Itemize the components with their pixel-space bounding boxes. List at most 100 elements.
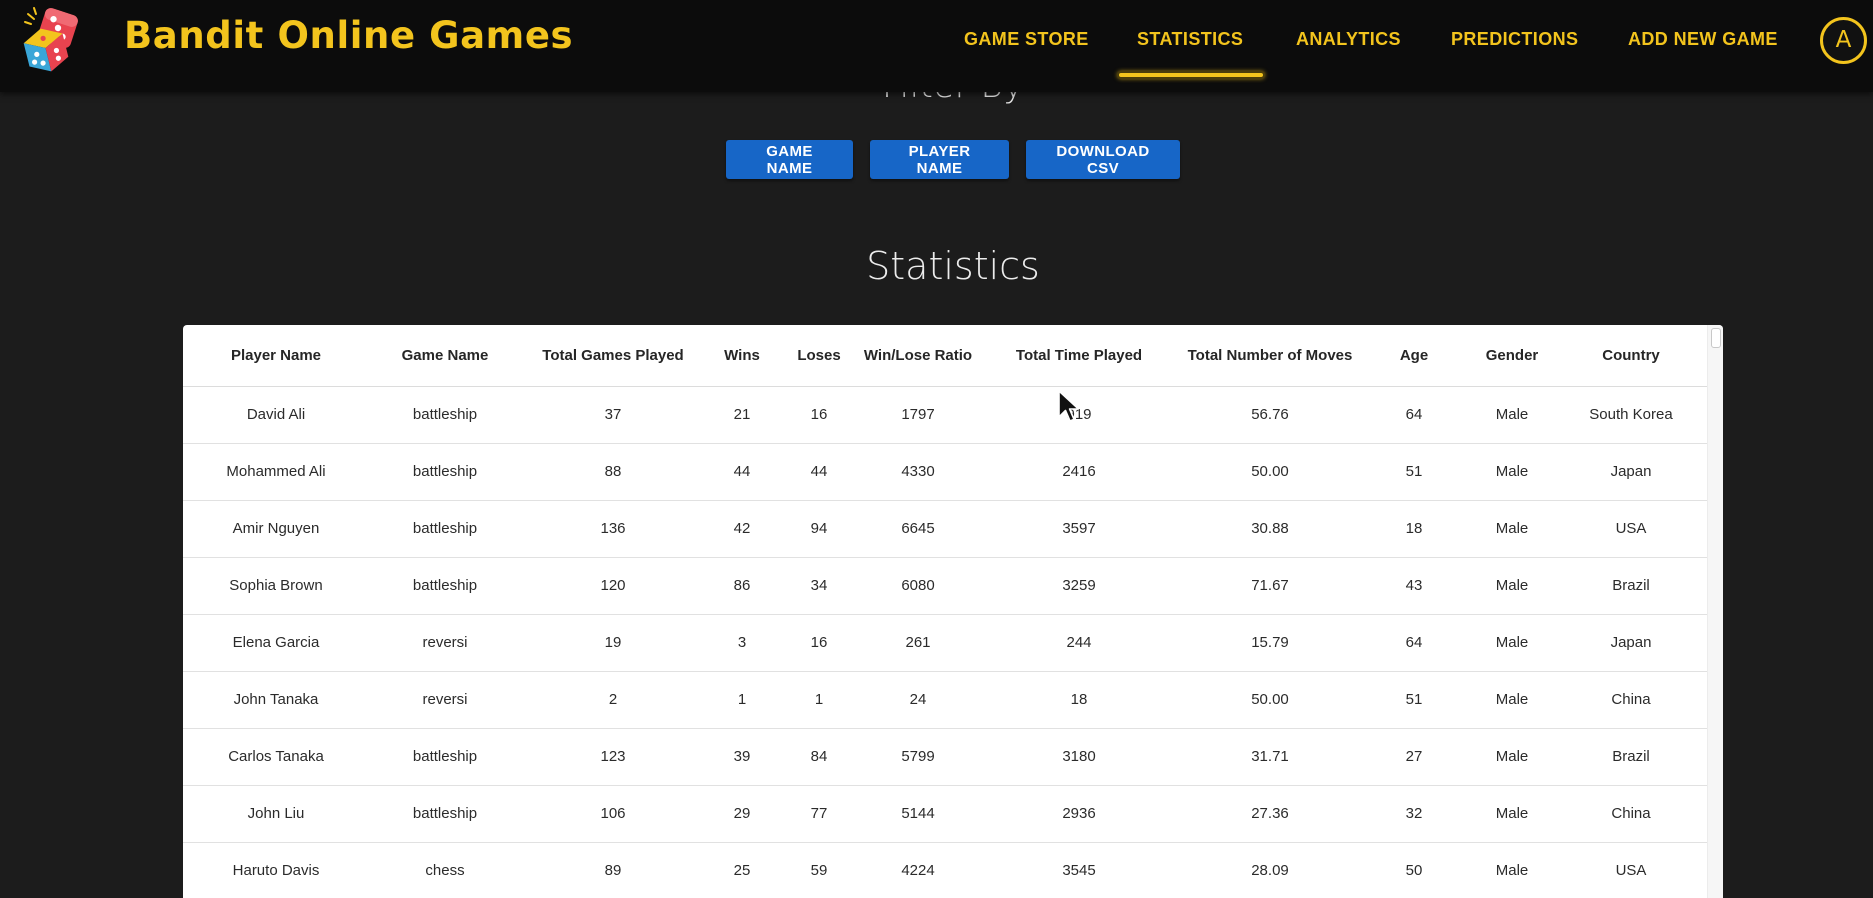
nav-predictions[interactable]: PREDICTIONS: [1451, 29, 1578, 50]
cell-game-name: battleship: [369, 386, 521, 444]
column-header-wins[interactable]: Wins: [705, 325, 779, 387]
table-row[interactable]: Carlos Tanaka battleship 123 39 84 5799 3180 31…: [183, 728, 1707, 786]
filter-button-group: GAME NAME PLAYER NAME DOWNLOAD CSV: [726, 140, 1180, 179]
cell-loses: 94: [779, 500, 859, 558]
cell-player-name: Sophia Brown: [183, 557, 369, 615]
cell-loses: 77: [779, 785, 859, 843]
cell-wins: 39: [705, 728, 779, 786]
cell-loses: 16: [779, 386, 859, 444]
cell-wins: 25: [705, 842, 779, 898]
statistics-table-card: Player Name Game Name Total Games Played…: [183, 325, 1723, 898]
column-header-win-lose-ratio[interactable]: Win/Lose Ratio: [859, 325, 977, 387]
column-header-total-time-played[interactable]: Total Time Played: [977, 325, 1181, 387]
cell-total-time-played: 18: [977, 671, 1181, 729]
table-row[interactable]: John Tanaka reversi 2 1 1 24 18 50.00 51 Male Chin…: [183, 671, 1707, 729]
cell-total-number-of-moves: 30.88: [1181, 500, 1359, 558]
cell-win-lose-ratio: 24: [859, 671, 977, 729]
cell-gender: Male: [1469, 671, 1555, 729]
cell-total-games-played: 37: [521, 386, 705, 444]
cell-loses: 44: [779, 443, 859, 501]
table-row[interactable]: Haruto Davis chess 89 25 59 4224 3545 28.09 50 Ma…: [183, 842, 1707, 898]
table-row[interactable]: Mohammed Ali battleship 88 44 44 4330 2416 50.0…: [183, 443, 1707, 501]
cell-total-time-played: 3259: [977, 557, 1181, 615]
user-avatar[interactable]: A: [1820, 17, 1867, 64]
cell-player-name: John Tanaka: [183, 671, 369, 729]
cell-game-name: battleship: [369, 500, 521, 558]
column-header-total-games-played[interactable]: Total Games Played: [521, 325, 705, 387]
cell-total-time-played: 3597: [977, 500, 1181, 558]
nav-analytics[interactable]: ANALYTICS: [1296, 29, 1401, 50]
cell-game-name: chess: [369, 842, 521, 898]
table-scrollbar[interactable]: [1707, 325, 1723, 898]
cell-total-games-played: 88: [521, 443, 705, 501]
nav-add-new-game[interactable]: ADD NEW GAME: [1628, 29, 1778, 50]
main-navigation: GAME STORE STATISTICS ANALYTICS PREDICTI…: [0, 0, 1873, 92]
table-row[interactable]: Elena Garcia reversi 19 3 16 261 244 15.79 64 Mal…: [183, 614, 1707, 672]
cell-total-number-of-moves: 50.00: [1181, 443, 1359, 501]
cell-country: Brazil: [1555, 557, 1707, 615]
cell-win-lose-ratio: 1797: [859, 386, 977, 444]
cell-game-name: reversi: [369, 671, 521, 729]
cell-country: Japan: [1555, 614, 1707, 672]
cell-win-lose-ratio: 261: [859, 614, 977, 672]
nav-statistics[interactable]: STATISTICS: [1137, 29, 1243, 50]
cell-gender: Male: [1469, 842, 1555, 898]
cell-total-number-of-moves: 56.76: [1181, 386, 1359, 444]
page: Filter By GAME NAME PLAYER NAME DOWNLOAD…: [0, 0, 1873, 898]
cell-player-name: David Ali: [183, 386, 369, 444]
cell-gender: Male: [1469, 443, 1555, 501]
cell-win-lose-ratio: 4330: [859, 443, 977, 501]
cell-age: 32: [1359, 785, 1469, 843]
table-row[interactable]: David Ali battleship 37 21 16 1797 919 56.76 64 M…: [183, 386, 1707, 444]
cell-total-games-played: 120: [521, 557, 705, 615]
cell-age: 64: [1359, 386, 1469, 444]
download-csv-button[interactable]: DOWNLOAD CSV: [1026, 140, 1180, 179]
column-header-total-number-of-moves[interactable]: Total Number of Moves: [1181, 325, 1359, 387]
cell-total-games-played: 89: [521, 842, 705, 898]
column-header-gender[interactable]: Gender: [1469, 325, 1555, 387]
cell-loses: 84: [779, 728, 859, 786]
cell-total-games-played: 2: [521, 671, 705, 729]
cell-wins: 29: [705, 785, 779, 843]
cell-total-number-of-moves: 28.09: [1181, 842, 1359, 898]
cell-age: 43: [1359, 557, 1469, 615]
cell-age: 51: [1359, 671, 1469, 729]
cell-player-name: Carlos Tanaka: [183, 728, 369, 786]
cell-wins: 86: [705, 557, 779, 615]
cell-game-name: battleship: [369, 557, 521, 615]
cell-loses: 34: [779, 557, 859, 615]
cell-wins: 3: [705, 614, 779, 672]
nav-game-store[interactable]: GAME STORE: [964, 29, 1089, 50]
statistics-table-body: David Ali battleship 37 21 16 1797 919 56.76 64 M…: [183, 386, 1707, 898]
cell-gender: Male: [1469, 386, 1555, 444]
cell-game-name: battleship: [369, 785, 521, 843]
statistics-table-scroll-area[interactable]: Player Name Game Name Total Games Played…: [183, 325, 1707, 898]
cell-total-games-played: 123: [521, 728, 705, 786]
table-row[interactable]: Sophia Brown battleship 120 86 34 6080 3259 71.…: [183, 557, 1707, 615]
column-header-player-name[interactable]: Player Name: [183, 325, 369, 387]
column-header-loses[interactable]: Loses: [779, 325, 859, 387]
cell-win-lose-ratio: 4224: [859, 842, 977, 898]
cell-total-games-played: 19: [521, 614, 705, 672]
cell-country: Brazil: [1555, 728, 1707, 786]
table-scrollbar-thumb[interactable]: [1711, 328, 1721, 348]
cell-wins: 1: [705, 671, 779, 729]
player-name-filter-button[interactable]: PLAYER NAME: [870, 140, 1009, 179]
column-header-age[interactable]: Age: [1359, 325, 1469, 387]
cell-wins: 44: [705, 443, 779, 501]
cell-country: USA: [1555, 842, 1707, 898]
cell-total-time-played: 3180: [977, 728, 1181, 786]
cell-total-time-played: 3545: [977, 842, 1181, 898]
cell-age: 18: [1359, 500, 1469, 558]
column-header-country[interactable]: Country: [1555, 325, 1707, 387]
table-row[interactable]: Amir Nguyen battleship 136 42 94 6645 3597 30.8…: [183, 500, 1707, 558]
cell-loses: 59: [779, 842, 859, 898]
cell-win-lose-ratio: 5799: [859, 728, 977, 786]
top-navbar: Bandit Online Games GAME STORE STATISTIC…: [0, 0, 1873, 92]
table-row[interactable]: John Liu battleship 106 29 77 5144 2936 27.36 32…: [183, 785, 1707, 843]
cell-total-number-of-moves: 31.71: [1181, 728, 1359, 786]
game-name-filter-button[interactable]: GAME NAME: [726, 140, 853, 179]
cell-total-time-played: 2936: [977, 785, 1181, 843]
column-header-game-name[interactable]: Game Name: [369, 325, 521, 387]
cell-total-time-played: 244: [977, 614, 1181, 672]
